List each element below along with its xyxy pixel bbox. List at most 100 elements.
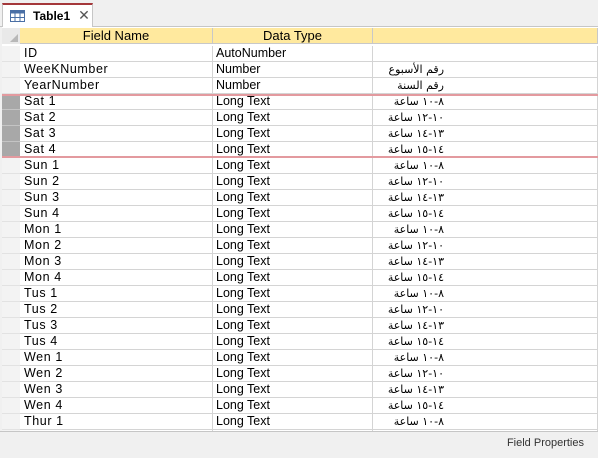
data-type-cell[interactable]: Long Text: [213, 286, 373, 302]
table-row[interactable]: ID AutoNumber: [0, 46, 598, 62]
row-selector[interactable]: [2, 382, 20, 398]
description-cell[interactable]: ٨-١٠ ساعة: [373, 414, 598, 430]
field-name-cell[interactable]: Wen 2: [20, 366, 213, 382]
field-name-cell[interactable]: Wen 1: [20, 350, 213, 366]
description-cell[interactable]: ٨-١٠ ساعة: [373, 158, 598, 174]
table-row[interactable]: Tus 3 Long Text ١٣-١٤ ساعة: [0, 318, 598, 334]
table-row[interactable]: Mon 4 Long Text ١٤-١٥ ساعة: [0, 270, 598, 286]
data-type-cell[interactable]: Long Text: [213, 238, 373, 254]
row-selector[interactable]: [2, 206, 20, 222]
description-cell[interactable]: ١٤-١٥ ساعة: [373, 270, 598, 286]
table-row[interactable]: Sun 4 Long Text ١٤-١٥ ساعة: [0, 206, 598, 222]
row-selector[interactable]: [2, 110, 20, 126]
data-type-cell[interactable]: Long Text: [213, 302, 373, 318]
description-cell[interactable]: ٨-١٠ ساعة: [373, 222, 598, 238]
description-cell[interactable]: ٨-١٠ ساعة: [373, 350, 598, 366]
table-row[interactable]: Sun 1 Long Text ٨-١٠ ساعة: [0, 158, 598, 174]
table-row[interactable]: Wen 3 Long Text ١٣-١٤ ساعة: [0, 382, 598, 398]
data-type-cell[interactable]: Long Text: [213, 206, 373, 222]
row-selector[interactable]: [2, 414, 20, 430]
select-all-corner[interactable]: [2, 28, 20, 44]
field-name-cell[interactable]: Sun 2: [20, 174, 213, 190]
description-cell[interactable]: ١٣-١٤ ساعة: [373, 126, 598, 142]
table-row[interactable]: Sat 1 Long Text ٨-١٠ ساعة: [0, 94, 598, 110]
row-selector[interactable]: [2, 174, 20, 190]
field-name-cell[interactable]: Tus 2: [20, 302, 213, 318]
table-row[interactable]: Mon 1 Long Text ٨-١٠ ساعة: [0, 222, 598, 238]
row-selector[interactable]: [2, 318, 20, 334]
row-selector[interactable]: [2, 254, 20, 270]
column-header-description[interactable]: [373, 28, 598, 44]
data-type-cell[interactable]: Long Text: [213, 94, 373, 110]
row-selector[interactable]: [2, 190, 20, 206]
description-cell[interactable]: ١٣-١٤ ساعة: [373, 382, 598, 398]
table-row[interactable]: Sat 3 Long Text ١٣-١٤ ساعة: [0, 126, 598, 142]
field-name-cell[interactable]: Sun 3: [20, 190, 213, 206]
field-name-cell[interactable]: Mon 1: [20, 222, 213, 238]
description-cell[interactable]: ١٤-١٥ ساعة: [373, 398, 598, 414]
field-name-cell[interactable]: Wen 3: [20, 382, 213, 398]
row-selector[interactable]: [2, 158, 20, 174]
row-selector[interactable]: [2, 222, 20, 238]
data-type-cell[interactable]: Number: [213, 78, 373, 94]
field-name-cell[interactable]: Tus 4: [20, 334, 213, 350]
field-name-cell[interactable]: Tus 1: [20, 286, 213, 302]
data-type-cell[interactable]: Long Text: [213, 366, 373, 382]
table-row[interactable]: Wen 1 Long Text ٨-١٠ ساعة: [0, 350, 598, 366]
field-name-cell[interactable]: Thur 1: [20, 414, 213, 430]
table-row[interactable]: Tus 1 Long Text ٨-١٠ ساعة: [0, 286, 598, 302]
row-selector[interactable]: [2, 78, 20, 94]
column-header-field-name[interactable]: Field Name: [20, 28, 213, 44]
row-selector[interactable]: [2, 238, 20, 254]
field-name-cell[interactable]: Mon 4: [20, 270, 213, 286]
data-type-cell[interactable]: Long Text: [213, 334, 373, 350]
data-type-cell[interactable]: Long Text: [213, 254, 373, 270]
table-row[interactable]: WeeKNumber Number رقم الأسبوع: [0, 62, 598, 78]
data-type-cell[interactable]: Number: [213, 62, 373, 78]
description-cell[interactable]: ١٣-١٤ ساعة: [373, 318, 598, 334]
table-row[interactable]: Thur 1 Long Text ٨-١٠ ساعة: [0, 414, 598, 430]
description-cell[interactable]: ١٠-١٢ ساعة: [373, 238, 598, 254]
row-selector[interactable]: [2, 334, 20, 350]
row-selector[interactable]: [2, 270, 20, 286]
tab-table1[interactable]: Table1 ✕: [2, 3, 93, 27]
field-name-cell[interactable]: Sat 4: [20, 142, 213, 158]
field-name-cell[interactable]: Tus 3: [20, 318, 213, 334]
data-type-cell[interactable]: Long Text: [213, 318, 373, 334]
row-selector[interactable]: [2, 142, 20, 158]
table-row[interactable]: Sun 2 Long Text ١٠-١٢ ساعة: [0, 174, 598, 190]
description-cell[interactable]: ١٠-١٢ ساعة: [373, 366, 598, 382]
data-type-cell[interactable]: Long Text: [213, 398, 373, 414]
row-selector[interactable]: [2, 302, 20, 318]
description-cell[interactable]: ١٣-١٤ ساعة: [373, 254, 598, 270]
data-type-cell[interactable]: Long Text: [213, 126, 373, 142]
data-type-cell[interactable]: Long Text: [213, 382, 373, 398]
table-row[interactable]: Tus 2 Long Text ١٠-١٢ ساعة: [0, 302, 598, 318]
field-name-cell[interactable]: Sat 1: [20, 94, 213, 110]
field-name-cell[interactable]: YearNumber: [20, 78, 213, 94]
description-cell[interactable]: رقم الأسبوع: [373, 62, 598, 78]
table-row[interactable]: Tus 4 Long Text ١٤-١٥ ساعة: [0, 334, 598, 350]
table-row[interactable]: Sun 3 Long Text ١٣-١٤ ساعة: [0, 190, 598, 206]
row-selector[interactable]: [2, 366, 20, 382]
description-cell[interactable]: ٨-١٠ ساعة: [373, 286, 598, 302]
field-name-cell[interactable]: Mon 3: [20, 254, 213, 270]
data-type-cell[interactable]: Long Text: [213, 190, 373, 206]
description-cell[interactable]: ١٣-١٤ ساعة: [373, 190, 598, 206]
column-header-data-type[interactable]: Data Type: [213, 28, 373, 44]
field-name-cell[interactable]: Mon 2: [20, 238, 213, 254]
table-row[interactable]: Wen 2 Long Text ١٠-١٢ ساعة: [0, 366, 598, 382]
row-selector[interactable]: [2, 46, 20, 62]
table-row[interactable]: Mon 3 Long Text ١٣-١٤ ساعة: [0, 254, 598, 270]
data-type-cell[interactable]: AutoNumber: [213, 46, 373, 62]
description-cell[interactable]: رقم السنة: [373, 78, 598, 94]
row-selector[interactable]: [2, 126, 20, 142]
data-type-cell[interactable]: Long Text: [213, 174, 373, 190]
close-icon[interactable]: ✕: [77, 8, 91, 22]
table-row[interactable]: Mon 2 Long Text ١٠-١٢ ساعة: [0, 238, 598, 254]
data-type-cell[interactable]: Long Text: [213, 110, 373, 126]
description-cell[interactable]: ١٠-١٢ ساعة: [373, 302, 598, 318]
data-type-cell[interactable]: Long Text: [213, 158, 373, 174]
description-cell[interactable]: ١٤-١٥ ساعة: [373, 206, 598, 222]
table-row[interactable]: YearNumber Number رقم السنة: [0, 78, 598, 94]
